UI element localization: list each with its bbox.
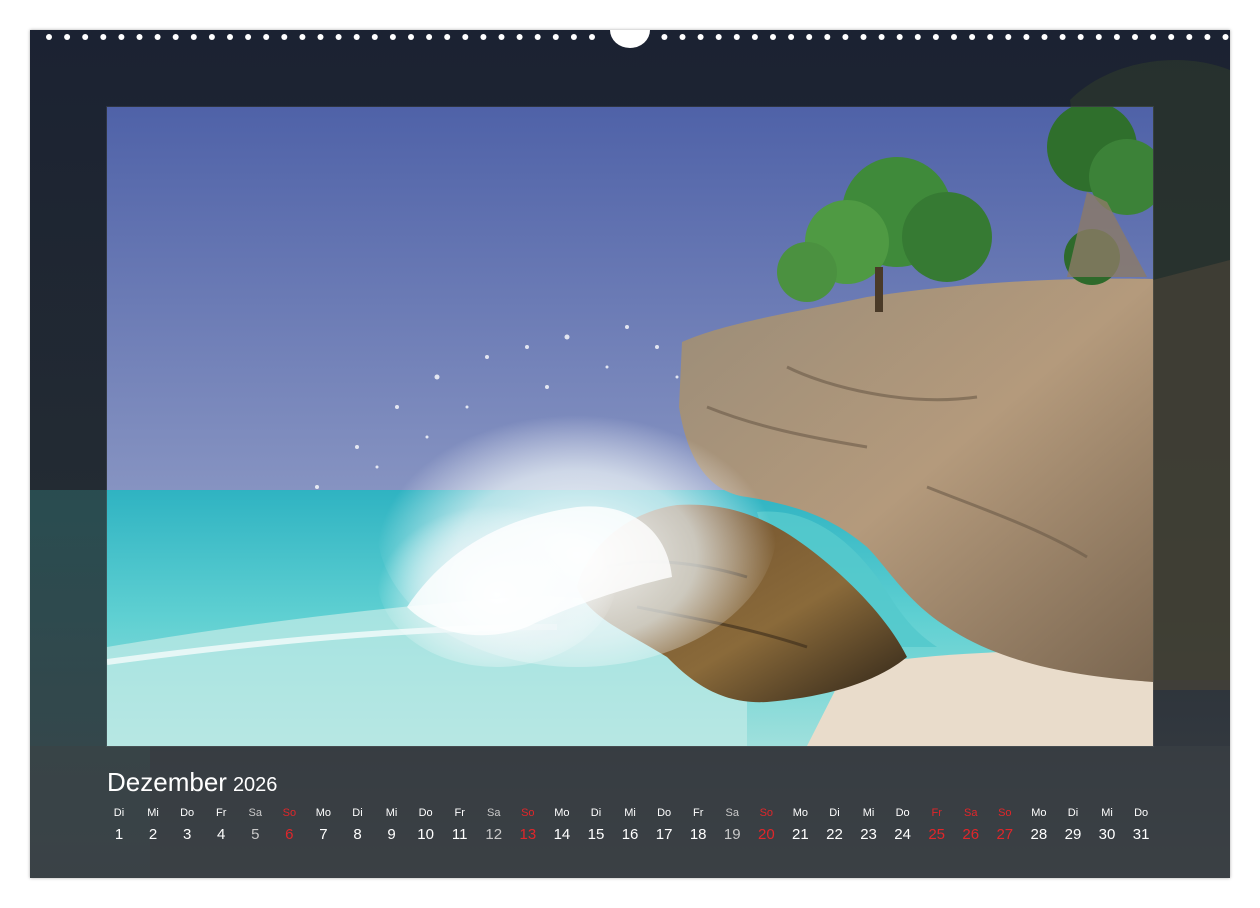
weekday-label: Sa bbox=[725, 807, 739, 819]
day-number: 11 bbox=[451, 826, 468, 843]
month-year: 2026 bbox=[232, 774, 278, 796]
day-number: 3 bbox=[182, 826, 192, 843]
day-number: 15 bbox=[587, 826, 605, 843]
weekday-label: Di bbox=[829, 807, 840, 819]
weekday-label: Mi bbox=[624, 807, 636, 819]
day-number: 6 bbox=[285, 826, 294, 843]
day-number: 20 bbox=[757, 826, 775, 843]
day-number: 8 bbox=[353, 826, 362, 843]
day-number: 16 bbox=[621, 826, 639, 843]
calendar-photo bbox=[106, 106, 1154, 747]
day-number: 10 bbox=[417, 826, 434, 843]
weekday-label: Do bbox=[895, 807, 910, 819]
weekday-label: Sa bbox=[487, 807, 501, 819]
day-number: 7 bbox=[319, 826, 328, 843]
weekday-label: So bbox=[282, 807, 297, 819]
calendar-sheet bbox=[30, 30, 1230, 878]
weekday-label: Di bbox=[113, 807, 125, 819]
day-number: 4 bbox=[217, 826, 226, 843]
day-number: 26 bbox=[962, 826, 980, 843]
weekday-label: Mo bbox=[792, 807, 809, 819]
day-number: 9 bbox=[387, 826, 396, 843]
weekday-label: So bbox=[521, 807, 535, 819]
day-number: 29 bbox=[1064, 826, 1082, 843]
day-number: 24 bbox=[894, 826, 911, 843]
weekday-label: Mi bbox=[147, 807, 159, 819]
day-number: 19 bbox=[723, 826, 741, 843]
day-number: 5 bbox=[251, 826, 260, 843]
day-number: 27 bbox=[996, 826, 1014, 843]
day-number: 13 bbox=[519, 826, 537, 843]
weekday-label: Mo bbox=[554, 807, 570, 819]
day-number: 17 bbox=[655, 826, 673, 843]
weekday-label: So bbox=[998, 807, 1012, 819]
weekday-label: Fr bbox=[216, 807, 227, 819]
day-number: 25 bbox=[928, 826, 946, 843]
weekday-label: Do bbox=[657, 807, 672, 819]
weekday-label: Do bbox=[1134, 807, 1149, 819]
day-number: 18 bbox=[689, 826, 707, 843]
month-title: Dezember 2026 bbox=[107, 767, 277, 798]
day-number: 21 bbox=[792, 826, 809, 843]
day-number: 22 bbox=[826, 826, 843, 843]
weekday-label: Do bbox=[418, 807, 433, 819]
weekday-label: Mo bbox=[315, 807, 332, 819]
weekday-label: Di bbox=[1067, 807, 1079, 819]
beach-photo-illustration bbox=[107, 107, 1153, 746]
day-number: 30 bbox=[1098, 826, 1116, 843]
weekday-label: Do bbox=[180, 807, 195, 819]
weekday-label: So bbox=[759, 807, 774, 819]
day-number: 31 bbox=[1132, 826, 1150, 843]
day-number: 2 bbox=[148, 826, 158, 843]
month-name: Dezember bbox=[107, 767, 227, 797]
weekday-label: Fr bbox=[692, 807, 704, 819]
weekday-label: Di bbox=[590, 807, 602, 819]
weekday-label: Fr bbox=[454, 807, 465, 819]
weekday-label: Sa bbox=[964, 807, 978, 819]
weekday-label: Mi bbox=[1101, 807, 1113, 819]
weekday-label: Di bbox=[352, 807, 363, 819]
day-number: 23 bbox=[860, 826, 877, 843]
weekday-label: Mi bbox=[862, 807, 875, 819]
weekday-label: Sa bbox=[248, 807, 262, 819]
weekday-label: Fr bbox=[931, 807, 942, 819]
day-number: 12 bbox=[485, 826, 503, 843]
day-number: 14 bbox=[553, 826, 571, 843]
weekday-label: Mi bbox=[385, 807, 398, 819]
weekday-label: Mo bbox=[1031, 807, 1047, 819]
day-number: 1 bbox=[114, 826, 124, 843]
day-number: 28 bbox=[1030, 826, 1048, 843]
